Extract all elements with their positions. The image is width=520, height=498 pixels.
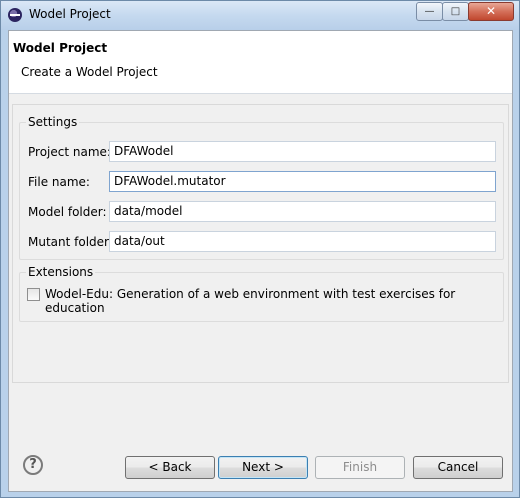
page-description: Create a Wodel Project xyxy=(21,65,158,79)
finish-button[interactable]: Finish xyxy=(315,456,405,479)
close-button[interactable]: ✕ xyxy=(468,2,514,21)
model-folder-input[interactable]: data/model xyxy=(109,201,496,222)
project-name-label: Project name: xyxy=(28,145,111,159)
file-name-label: File name: xyxy=(28,175,90,189)
maximize-button[interactable]: □ xyxy=(442,2,469,21)
wizard-page-body: Settings Project name: DFAWodel File nam… xyxy=(12,104,509,383)
model-folder-label: Model folder: xyxy=(28,205,107,219)
mutant-folder-input[interactable]: data/out xyxy=(109,231,496,252)
wizard-header: Wodel Project Create a Wodel Project xyxy=(9,31,512,94)
window-title: Wodel Project xyxy=(29,7,111,21)
cancel-button[interactable]: Cancel xyxy=(413,456,503,479)
settings-group-label: Settings xyxy=(26,115,80,129)
mutant-folder-label: Mutant folder: xyxy=(28,235,113,249)
project-name-input[interactable]: DFAWodel xyxy=(109,141,496,162)
minimize-button[interactable]: — xyxy=(416,2,443,21)
eclipse-app-icon xyxy=(8,8,22,22)
extensions-group: Extensions Wodel-Edu: Generation of a we… xyxy=(19,265,504,322)
page-title: Wodel Project xyxy=(13,41,108,55)
wodel-edu-checkbox-label[interactable]: Wodel-Edu: Generation of a web environme… xyxy=(45,287,503,315)
extensions-group-label: Extensions xyxy=(26,265,96,279)
file-name-input[interactable]: DFAWodel.mutator xyxy=(109,171,496,192)
wodel-edu-checkbox[interactable] xyxy=(27,288,40,301)
back-button[interactable]: < Back xyxy=(125,456,215,479)
wizard-window: Wodel Project — □ ✕ Wodel Project Create… xyxy=(0,0,520,498)
title-bar[interactable]: Wodel Project — □ ✕ xyxy=(1,1,519,30)
dialog-content: Wodel Project Create a Wodel Project Set… xyxy=(8,30,513,492)
next-button[interactable]: Next > xyxy=(218,456,308,479)
help-icon[interactable]: ? xyxy=(23,455,43,475)
settings-group: Settings Project name: DFAWodel File nam… xyxy=(19,115,504,260)
